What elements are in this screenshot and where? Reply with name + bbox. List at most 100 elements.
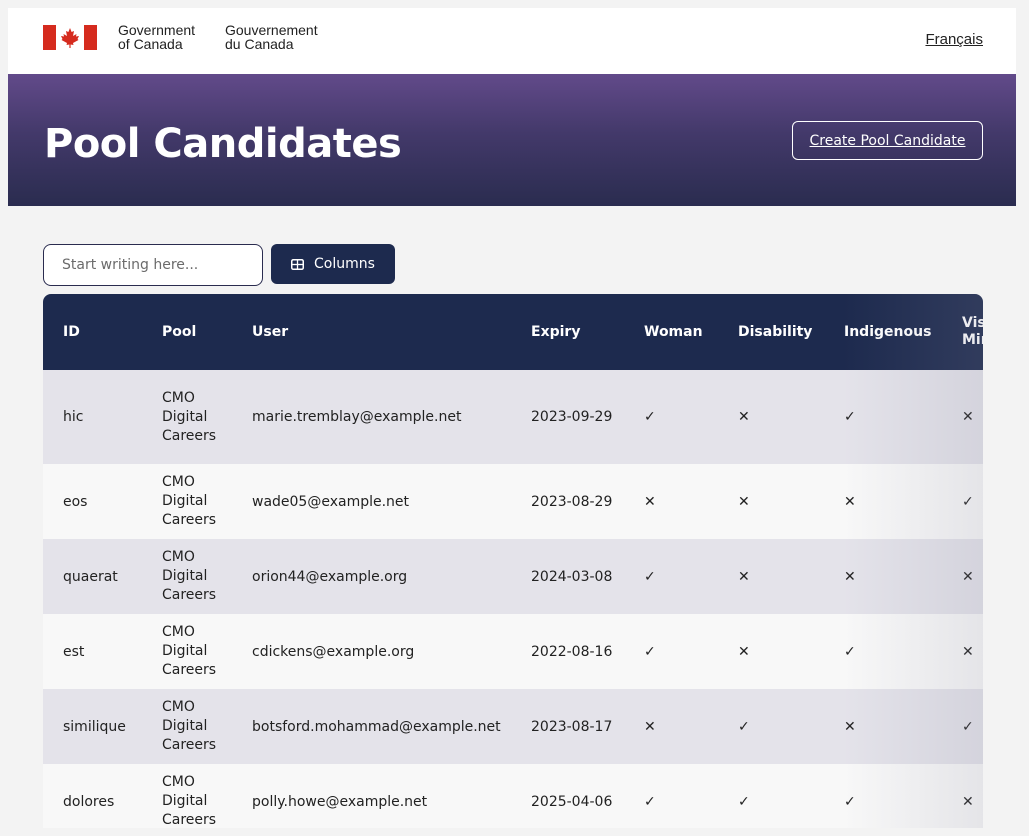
cell-user-email: botsford.mohammad@example.net <box>252 718 501 735</box>
table-header-row: ID Pool User Expiry Woman Disability Ind… <box>43 294 983 370</box>
cell-minority-flag: ✕ <box>962 568 974 585</box>
cell-disability-flag: ✓ <box>738 718 750 735</box>
columns-button-label: Columns <box>314 256 375 272</box>
cell-woman-flag: ✕ <box>644 493 656 510</box>
cell-expiry: 2024-03-08 <box>531 568 613 585</box>
column-header-woman[interactable]: Woman <box>624 294 718 370</box>
pool-name-line: Careers <box>162 427 217 444</box>
cell-disability-flag: ✕ <box>738 643 750 660</box>
cell-user-email: polly.howe@example.net <box>252 793 428 810</box>
government-header: Government of Canada Gouvernement du Can… <box>8 8 1016 74</box>
pool-name-line: CMO <box>162 389 195 406</box>
table-row[interactable]: dolores CMO Digital Careers polly.howe@examp… <box>43 764 983 828</box>
cell-woman-flag: ✓ <box>644 568 656 585</box>
cell-pool: CMO Digital Careers <box>142 764 232 828</box>
pool-name-line: Digital <box>162 408 208 425</box>
column-header-pool[interactable]: Pool <box>142 294 232 370</box>
pool-name-line: Careers <box>162 587 217 603</box>
pool-name-line: CMO <box>162 474 195 490</box>
cell-pool: CMO Digital Careers <box>142 614 232 689</box>
cell-pool: CMO Digital Careers <box>142 689 232 764</box>
table-row[interactable]: hic CMO Digital Careers marie.tremblay@examp… <box>43 370 983 464</box>
cell-indigenous-flag: ✓ <box>844 643 856 660</box>
cell-expiry: 2025-04-06 <box>531 793 613 810</box>
pool-name-line: Careers <box>162 812 217 828</box>
gov-fr-line2: du Canada <box>225 36 294 52</box>
cell-id: hic <box>63 409 84 425</box>
pool-name-line: Digital <box>162 643 208 659</box>
cell-user-email: wade05@example.net <box>252 493 410 510</box>
pool-name-line: CMO <box>162 699 195 715</box>
gov-en-line2: of Canada <box>118 36 183 52</box>
cell-disability-flag: ✕ <box>738 409 750 425</box>
table-icon <box>291 258 305 270</box>
pool-name-line: Careers <box>162 512 217 528</box>
pool-name-line: Careers <box>162 662 217 678</box>
cell-minority-flag: ✓ <box>962 718 974 735</box>
hero-banner: Pool Candidates Create Pool Candidate <box>8 74 1016 206</box>
cell-id: similique <box>63 718 126 735</box>
cell-woman-flag: ✓ <box>644 793 656 810</box>
cell-user-email: cdickens@example.org <box>252 643 415 660</box>
pool-name-line: Digital <box>162 718 208 734</box>
table-row[interactable]: eos CMO Digital Careers wade05@example.net 20… <box>43 464 983 539</box>
cell-minority-flag: ✕ <box>962 643 974 660</box>
gov-fr-line1: Gouvernement <box>225 22 318 38</box>
canada-flag-icon <box>43 25 97 50</box>
table-row[interactable]: est CMO Digital Careers cdickens@example.org… <box>43 614 983 689</box>
candidates-table: ID Pool User Expiry Woman Disability Ind… <box>43 294 983 828</box>
cell-expiry: 2022-08-16 <box>531 643 613 660</box>
cell-pool: CMO Digital Careers <box>142 539 232 614</box>
column-header-user[interactable]: User <box>232 294 511 370</box>
cell-woman-flag: ✓ <box>644 409 656 425</box>
cell-id: quaerat <box>63 568 118 585</box>
cell-expiry: 2023-08-29 <box>531 493 613 510</box>
cell-pool: CMO Digital Careers <box>142 370 232 464</box>
column-header-expiry[interactable]: Expiry <box>511 294 624 370</box>
cell-indigenous-flag: ✓ <box>844 409 856 425</box>
cell-id: eos <box>63 493 88 510</box>
column-header-disability[interactable]: Disability <box>718 294 824 370</box>
cell-minority-flag: ✓ <box>962 493 974 510</box>
cell-woman-flag: ✓ <box>644 643 656 660</box>
language-toggle-link[interactable]: Français <box>925 31 983 48</box>
government-of-canada-fr: Gouvernement du Canada <box>225 23 318 51</box>
table-body: hic CMO Digital Careers marie.tremblay@examp… <box>43 370 983 828</box>
cell-id: dolores <box>63 793 115 810</box>
page-title: Pool Candidates <box>44 121 402 167</box>
gov-en-line1: Government <box>118 22 196 38</box>
cell-disability-flag: ✕ <box>738 493 750 510</box>
cell-expiry: 2023-08-17 <box>531 718 613 735</box>
column-header-indigenous[interactable]: Indigenous <box>824 294 942 370</box>
cell-indigenous-flag: ✕ <box>844 493 856 510</box>
create-pool-candidate-button[interactable]: Create Pool Candidate <box>792 121 983 160</box>
pool-name-line: Digital <box>162 493 208 509</box>
search-input[interactable] <box>43 244 263 286</box>
cell-woman-flag: ✕ <box>644 718 656 735</box>
cell-expiry: 2023-09-29 <box>531 409 613 425</box>
cell-minority-flag: ✕ <box>962 793 974 810</box>
cell-id: est <box>63 643 85 660</box>
cell-indigenous-flag: ✕ <box>844 718 856 735</box>
cell-pool: CMO Digital Careers <box>142 464 232 539</box>
pool-name-line: CMO <box>162 549 195 565</box>
column-header-visible-minority[interactable]: Visible Minority <box>942 294 983 370</box>
government-of-canada-en: Government of Canada <box>118 23 195 51</box>
cell-disability-flag: ✓ <box>738 793 750 810</box>
table-row[interactable]: quaerat CMO Digital Careers orion44@example.… <box>43 539 983 614</box>
cell-minority-flag: ✕ <box>962 409 974 425</box>
pool-name-line: Careers <box>162 737 217 753</box>
cell-disability-flag: ✕ <box>738 568 750 585</box>
columns-button[interactable]: Columns <box>271 244 395 284</box>
cell-user-email: marie.tremblay@example.net <box>252 409 462 425</box>
cell-user-email: orion44@example.org <box>252 568 408 585</box>
pool-name-line: CMO <box>162 774 195 790</box>
table-row[interactable]: similique CMO Digital Careers botsford.moham… <box>43 689 983 764</box>
page: Government of Canada Gouvernement du Can… <box>8 8 1016 828</box>
pool-name-line: Digital <box>162 568 208 584</box>
pool-name-line: CMO <box>162 624 195 640</box>
cell-indigenous-flag: ✕ <box>844 568 856 585</box>
column-header-id[interactable]: ID <box>43 294 142 370</box>
cell-indigenous-flag: ✓ <box>844 793 856 810</box>
pool-name-line: Digital <box>162 793 208 809</box>
